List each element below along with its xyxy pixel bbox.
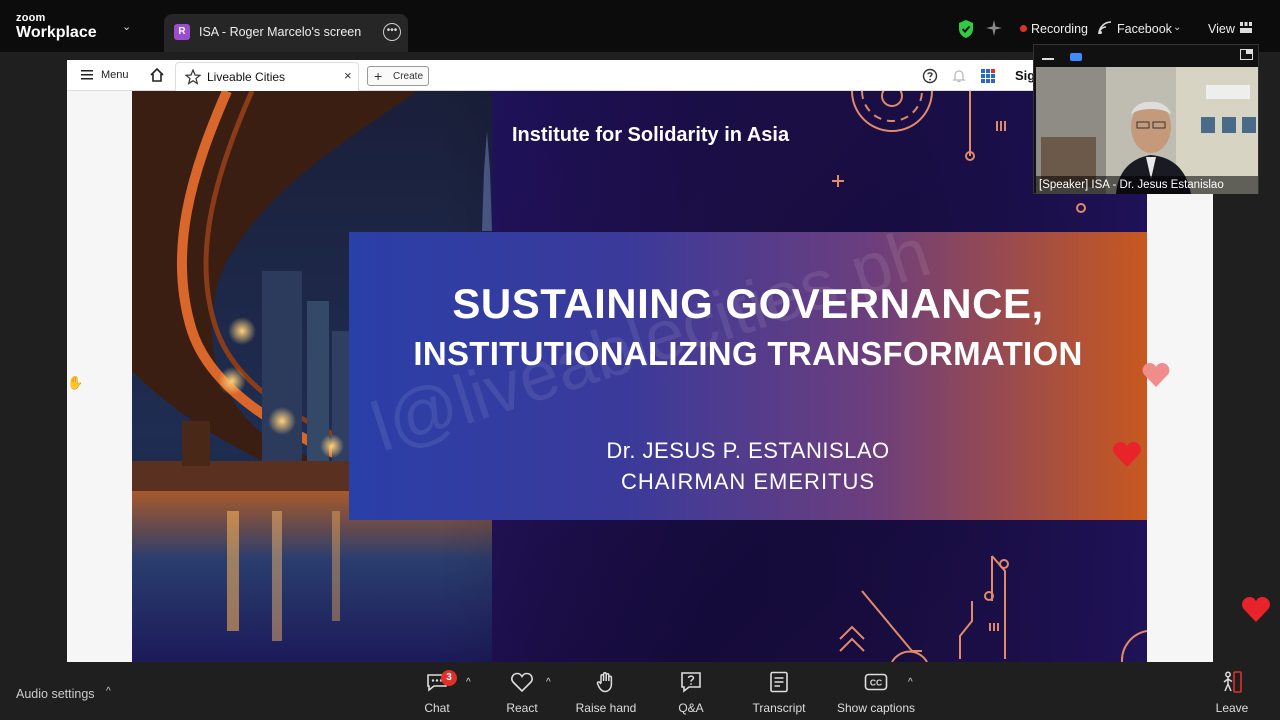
react-button[interactable]: React — [503, 670, 541, 718]
recording-label[interactable]: Recording — [1031, 22, 1088, 36]
view-button[interactable]: View — [1208, 22, 1235, 36]
more-options-icon[interactable]: ••• — [383, 23, 401, 41]
leave-button[interactable]: Leave — [1212, 670, 1252, 718]
tab-liveable-cities[interactable]: Liveable Cities × — [175, 62, 359, 91]
hamburger-menu-icon[interactable] — [81, 70, 93, 80]
app-brand[interactable]: zoom Workplace — [16, 13, 97, 41]
home-icon[interactable] — [149, 67, 165, 83]
chevron-up-icon[interactable]: ^ — [546, 677, 551, 688]
speaker-controls — [1034, 45, 1258, 67]
minimize-icon[interactable] — [1042, 58, 1054, 60]
organization-name: Institute for Solidarity in Asia — [512, 124, 790, 146]
hand-cursor-icon: ✋ — [67, 375, 84, 390]
ai-sparkle-icon[interactable] — [985, 19, 1003, 37]
brand-line1: zoom — [16, 12, 46, 24]
grid-view-icon[interactable] — [1240, 22, 1252, 33]
show-captions-button[interactable]: CC Show captions — [834, 670, 918, 718]
apps-grid-icon[interactable] — [980, 68, 996, 84]
speaker-video-feed — [1036, 67, 1258, 194]
chevron-up-icon[interactable]: ^ — [466, 677, 471, 688]
raise-hand-icon — [596, 672, 613, 693]
raise-hand-label: Raise hand — [575, 701, 637, 715]
help-icon[interactable] — [922, 68, 938, 84]
bell-icon[interactable] — [951, 68, 967, 84]
heart-reaction-icon — [1242, 597, 1270, 622]
leave-label: Leave — [1215, 701, 1249, 715]
create-label: Create — [393, 71, 424, 82]
tab-badge: R — [174, 24, 190, 40]
leave-icon — [1223, 671, 1242, 693]
closed-captions-icon: CC — [864, 673, 888, 691]
video-icon[interactable] — [1070, 53, 1082, 61]
chat-unread-badge: 3 — [441, 670, 457, 686]
share-tab[interactable]: R ISA - Roger Marcelo's screen ••• — [164, 14, 408, 52]
qa-button[interactable]: Q&A — [674, 670, 708, 718]
heart-icon — [511, 672, 533, 693]
heart-reaction-icon — [1142, 363, 1170, 387]
raise-hand-button[interactable]: Raise hand — [572, 670, 640, 718]
audio-settings-button[interactable]: Audio settings — [16, 687, 95, 701]
brand-line2: Workplace — [16, 24, 97, 41]
meeting-toolbar: Audio settings ^ Chat 3 ^ React ^ Raise … — [0, 664, 1280, 720]
speaker-name-label: [Speaker] ISA - Dr. Jesus Estanislao — [1036, 176, 1258, 194]
svg-text:CC: CC — [870, 678, 882, 688]
presenter-name: Dr. JESUS P. ESTANISLAO — [606, 438, 890, 463]
plus-icon: + — [374, 68, 383, 84]
react-label: React — [506, 701, 538, 715]
close-icon[interactable]: × — [344, 68, 352, 83]
chevron-down-icon[interactable]: ⌄ — [1173, 22, 1181, 33]
create-button[interactable]: + Create — [367, 66, 429, 86]
livestream-icon — [1098, 21, 1112, 35]
expand-icon[interactable] — [1240, 49, 1253, 60]
livestream-label[interactable]: Facebook — [1117, 22, 1172, 36]
chevron-up-icon[interactable]: ^ — [106, 686, 111, 697]
shield-icon[interactable] — [957, 19, 975, 39]
chevron-up-icon[interactable]: ^ — [908, 677, 913, 688]
menu-label[interactable]: Menu — [101, 69, 129, 81]
chat-label: Chat — [424, 701, 450, 715]
tab-title: ISA - Roger Marcelo's screen — [199, 25, 362, 39]
speaker-video-tile[interactable]: [Speaker] ISA - Dr. Jesus Estanislao — [1033, 44, 1259, 194]
transcript-label: Transcript — [752, 701, 806, 715]
chevron-down-icon[interactable]: ⌄ — [122, 20, 131, 33]
heart-reaction-icon — [1113, 442, 1141, 467]
recording-dot-icon — [1020, 25, 1027, 32]
star-icon[interactable] — [185, 69, 201, 85]
presenter-title: CHAIRMAN EMERITUS — [620, 469, 876, 494]
presentation-slide: Institute for Solidarity in Asia SUSTAIN… — [132, 91, 1147, 662]
qa-icon — [681, 672, 701, 693]
transcript-icon — [770, 671, 788, 693]
captions-label: Show captions — [836, 701, 916, 715]
transcript-button[interactable]: Transcript — [749, 670, 809, 718]
qa-label: Q&A — [678, 701, 704, 715]
tab-label: Liveable Cities — [207, 70, 286, 84]
